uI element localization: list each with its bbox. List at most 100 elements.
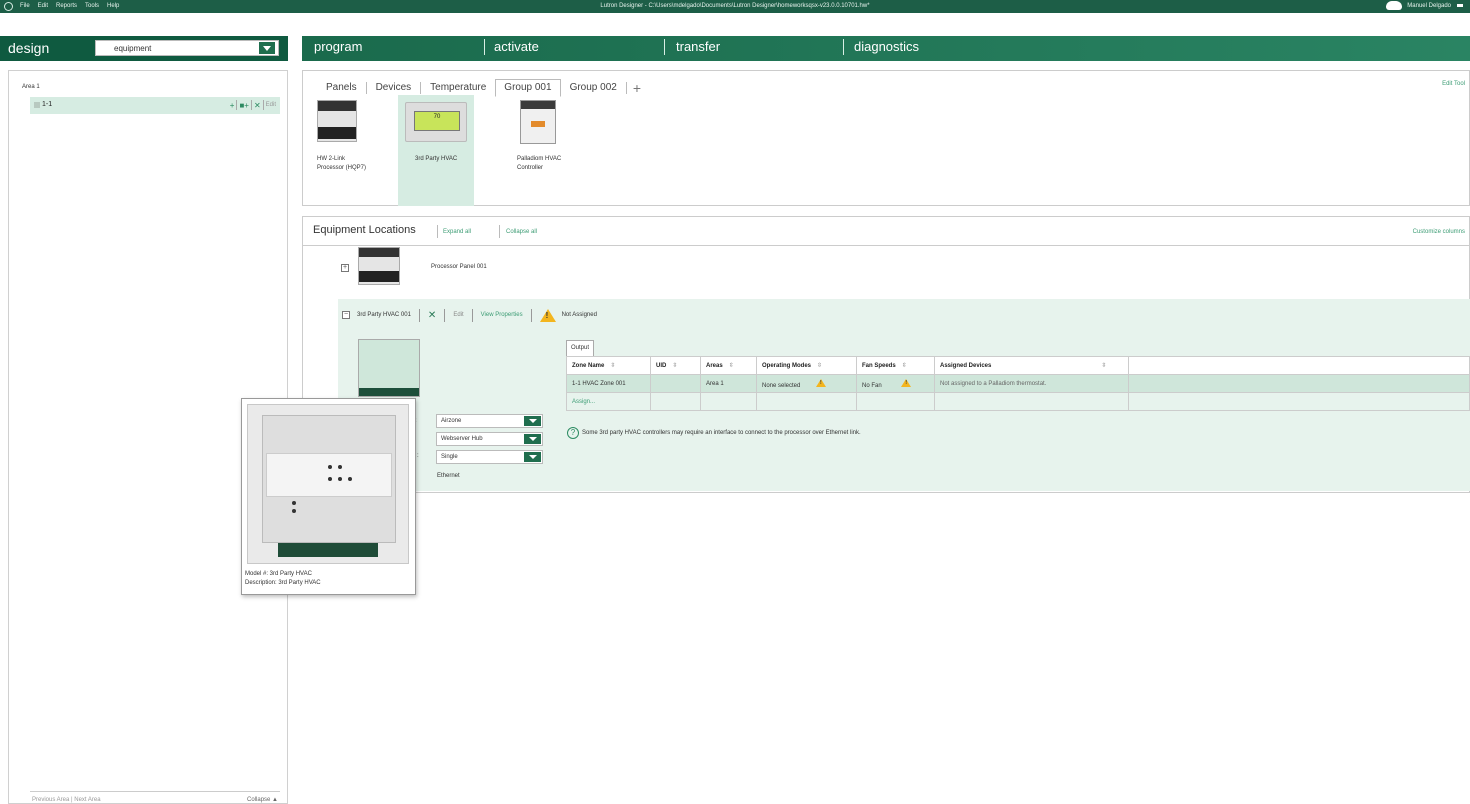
user-area: Manuel Delgado — [1386, 1, 1464, 10]
areas-cell[interactable]: Area 1 — [700, 374, 757, 393]
nav-divider — [843, 39, 844, 55]
mode-select-value: equipment — [114, 44, 152, 53]
empty-cell — [856, 392, 935, 411]
output-table: Zone Name ⇳ UID ⇳ Areas ⇳ Operating Modes ⇳ … — [566, 356, 1470, 411]
empty-cell — [1128, 392, 1470, 411]
description: Description: 3rd Party HVAC — [245, 580, 321, 586]
design-section: design equipment — [0, 36, 288, 61]
table-row[interactable]: 1-1 HVAC Zone 001 Area 1 None selected N… — [566, 374, 1470, 393]
view-properties-link[interactable]: View Properties — [481, 312, 523, 318]
fan-speeds-cell[interactable]: No Fan — [856, 374, 935, 393]
equipment-locations-title: Equipment Locations — [313, 224, 416, 236]
zone-type-select[interactable]: Single — [436, 450, 543, 464]
help-icon[interactable]: ? — [567, 427, 579, 439]
delete-icon[interactable]: ✕ — [428, 310, 436, 321]
divider — [530, 308, 532, 322]
column-header[interactable]: Operating Modes ⇳ — [756, 356, 857, 375]
column-header-empty — [1128, 356, 1470, 375]
tab-transfer[interactable]: transfer — [676, 39, 720, 54]
add-icon[interactable]: + — [230, 101, 235, 110]
area-item-name: 1-1 — [42, 101, 53, 108]
edit-link[interactable]: Edit — [453, 312, 463, 318]
column-header[interactable]: Areas ⇳ — [700, 356, 757, 375]
empty-cell — [1128, 374, 1470, 393]
customize-columns-link[interactable]: Customize columns — [1413, 229, 1465, 235]
column-header[interactable]: Fan Speeds ⇳ — [856, 356, 935, 375]
add-sub-area-icon[interactable]: ■+ — [239, 101, 249, 110]
device-label: Palladiom HVAC Controller — [517, 156, 562, 171]
sidebar-footer: Previous Area | Next Area Collapse ▲ — [30, 791, 280, 804]
hvac-controller-image[interactable] — [358, 339, 420, 397]
device-palladiom-hvac-controller[interactable]: Palladiom HVAC Controller — [512, 95, 588, 206]
column-header[interactable]: UID ⇳ — [650, 356, 701, 375]
warning-icon — [539, 308, 556, 322]
device-hw-2-link-processor[interactable]: HW 2-Link Processor (HQP7) — [312, 95, 388, 206]
divider — [437, 225, 438, 238]
operating-modes-cell[interactable]: None selected — [756, 374, 857, 393]
table-header-row: Zone Name ⇳ UID ⇳ Areas ⇳ Operating Modes ⇳ … — [566, 356, 1470, 375]
area-item[interactable]: 1-1 + ■+ ✕ Edit — [30, 97, 280, 114]
nav-divider — [664, 39, 665, 55]
edit-tool-link[interactable]: Edit Tool — [1442, 81, 1465, 87]
chevron-down-icon[interactable] — [259, 42, 275, 54]
expand-icon[interactable] — [34, 102, 40, 108]
processor-panel-label[interactable]: Processor Panel 001 — [431, 264, 487, 270]
collapse-icon[interactable]: − — [342, 311, 350, 319]
status-badge: Not Assigned — [561, 312, 597, 318]
user-name[interactable]: Manuel Delgado — [1407, 3, 1451, 9]
nav-tabs: program activate transfer diagnostics — [302, 36, 1470, 61]
mode-select[interactable]: equipment — [95, 40, 279, 56]
divider — [302, 245, 1470, 246]
cloud-icon[interactable] — [1386, 1, 1403, 10]
info-note-text: Some 3rd party HVAC controllers may requ… — [582, 430, 861, 436]
processor-image — [317, 100, 357, 142]
tab-activate[interactable]: activate — [494, 39, 539, 54]
hvac-thermostat-image: 70 — [405, 102, 467, 142]
hvac-header: − 3rd Party HVAC 001 ✕ Edit View Propert… — [338, 305, 597, 325]
empty-cell — [700, 392, 757, 411]
area-navigation[interactable]: Previous Area | Next Area — [32, 797, 101, 803]
tab-output[interactable]: Output — [566, 340, 595, 356]
divider — [418, 308, 420, 322]
tooltip-info: Model #: 3rd Party HVAC Description: 3rd… — [245, 570, 321, 588]
info-note: ? Some 3rd party HVAC controllers may re… — [567, 427, 861, 439]
assigned-devices-cell[interactable]: Not assigned to a Palladiom thermostat. — [934, 374, 1129, 393]
empty-cell — [756, 392, 857, 411]
tab-design[interactable]: design — [8, 40, 49, 56]
tab-program[interactable]: program — [314, 39, 362, 54]
device-3rd-party-hvac[interactable]: 70 3rd Party HVAC — [398, 95, 474, 206]
device-label: HW 2-Link Processor (HQP7) — [317, 156, 367, 171]
expand-all-link[interactable]: Expand all — [443, 229, 471, 235]
expand-icon[interactable]: + — [341, 264, 349, 272]
nav-bar: design equipment program activate transf… — [0, 13, 1470, 61]
hvac-device-image — [247, 404, 409, 564]
chevron-down-icon[interactable] — [524, 416, 541, 426]
thermostat-screen: 70 — [414, 111, 460, 131]
zone-name-cell[interactable]: 1-1 HVAC Zone 001 — [566, 374, 651, 393]
collapse-all-link[interactable]: Collapse all — [506, 229, 537, 235]
area-label[interactable]: Area 1 — [22, 84, 40, 90]
title-bar: File Edit Reports Tools Help Lutron Desi… — [0, 0, 1470, 13]
divider — [262, 100, 264, 110]
empty-cell — [650, 392, 701, 411]
chevron-down-icon[interactable] — [524, 434, 541, 444]
model-select[interactable]: Webserver Hub — [436, 432, 543, 446]
edit-link[interactable]: Edit — [266, 102, 276, 108]
delete-icon[interactable]: ✕ — [254, 101, 261, 110]
chevron-down-icon[interactable] — [524, 452, 541, 462]
add-tab-icon[interactable]: + — [627, 80, 641, 96]
column-header[interactable]: Zone Name ⇳ — [566, 356, 651, 375]
column-header[interactable]: Assigned Devices ⇳ — [934, 356, 1129, 375]
tab-diagnostics[interactable]: diagnostics — [854, 39, 919, 54]
empty-cell — [934, 392, 1129, 411]
device-label: 3rd Party HVAC — [415, 156, 458, 162]
divider — [250, 100, 252, 110]
hvac-name: 3rd Party HVAC 001 — [357, 312, 411, 318]
nav-divider — [484, 39, 485, 55]
model-number: Model #: 3rd Party HVAC — [245, 571, 312, 577]
user-menu-icon[interactable] — [1456, 1, 1464, 10]
collapse-button[interactable]: Collapse ▲ — [247, 797, 278, 803]
manufacturer-select[interactable]: Airzone — [436, 414, 543, 428]
assign-link[interactable]: Assign... — [566, 392, 651, 411]
controller-image — [520, 100, 556, 144]
